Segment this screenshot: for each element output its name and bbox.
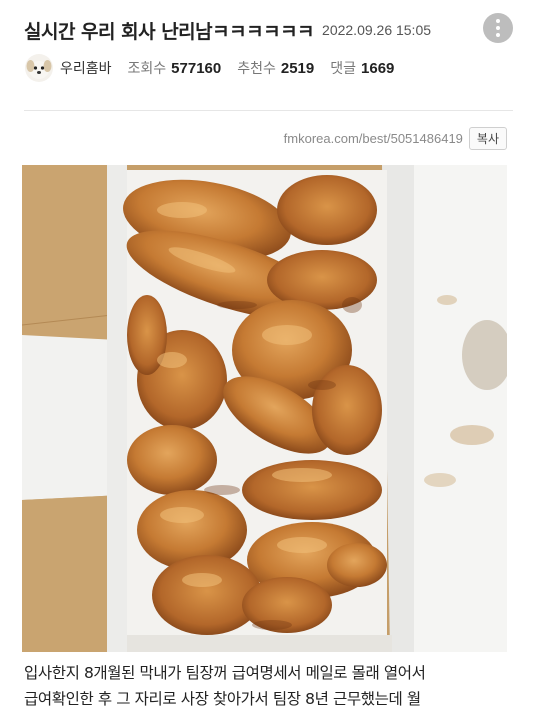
post-body: 입사한지 8개월된 막내가 팀장꺼 급여명세서 메일로 몰래 열어서 급여확인한… [24,660,517,712]
post-image [22,165,507,652]
comments-count[interactable]: 1669 [361,60,394,77]
avatar[interactable] [24,53,54,83]
more-options-button[interactable] [483,13,513,43]
source-url[interactable]: fmkorea.com/best/5051486419 [284,131,463,146]
post-title: 실시간 우리 회사 난리남ㅋㅋㅋㅋㅋㅋ [24,20,315,43]
post-body-line: 급여확인한 후 그 자리로 사장 찾아가서 팀장 8년 근무했는데 월 [24,690,421,708]
header-divider [24,110,513,111]
source-url-row: fmkorea.com/best/5051486419 복사 [284,127,507,150]
views-label: 조회수 [127,61,167,77]
more-vertical-icon [496,18,500,39]
author-name[interactable]: 우리홈바 [60,58,112,78]
post-date: 2022.09.26 15:05 [322,22,432,38]
post-meta: 우리홈바 조회수 577160 추천수 2519 댓글 1669 [24,53,394,83]
likes-label: 추천수 [237,61,276,77]
fried-chicken-box-photo [22,165,507,652]
copy-url-button[interactable]: 복사 [468,127,507,150]
post-header: 실시간 우리 회사 난리남ㅋㅋㅋㅋㅋㅋ 2022.09.26 15:05 [24,14,527,46]
views-count: 577160 [171,59,222,77]
puppy-avatar-icon [25,54,53,82]
post-body-line: 입사한지 8개월된 막내가 팀장꺼 급여명세서 메일로 몰래 열어서 [24,664,426,682]
comments-label: 댓글 [330,61,357,77]
likes-count: 2519 [280,59,315,77]
